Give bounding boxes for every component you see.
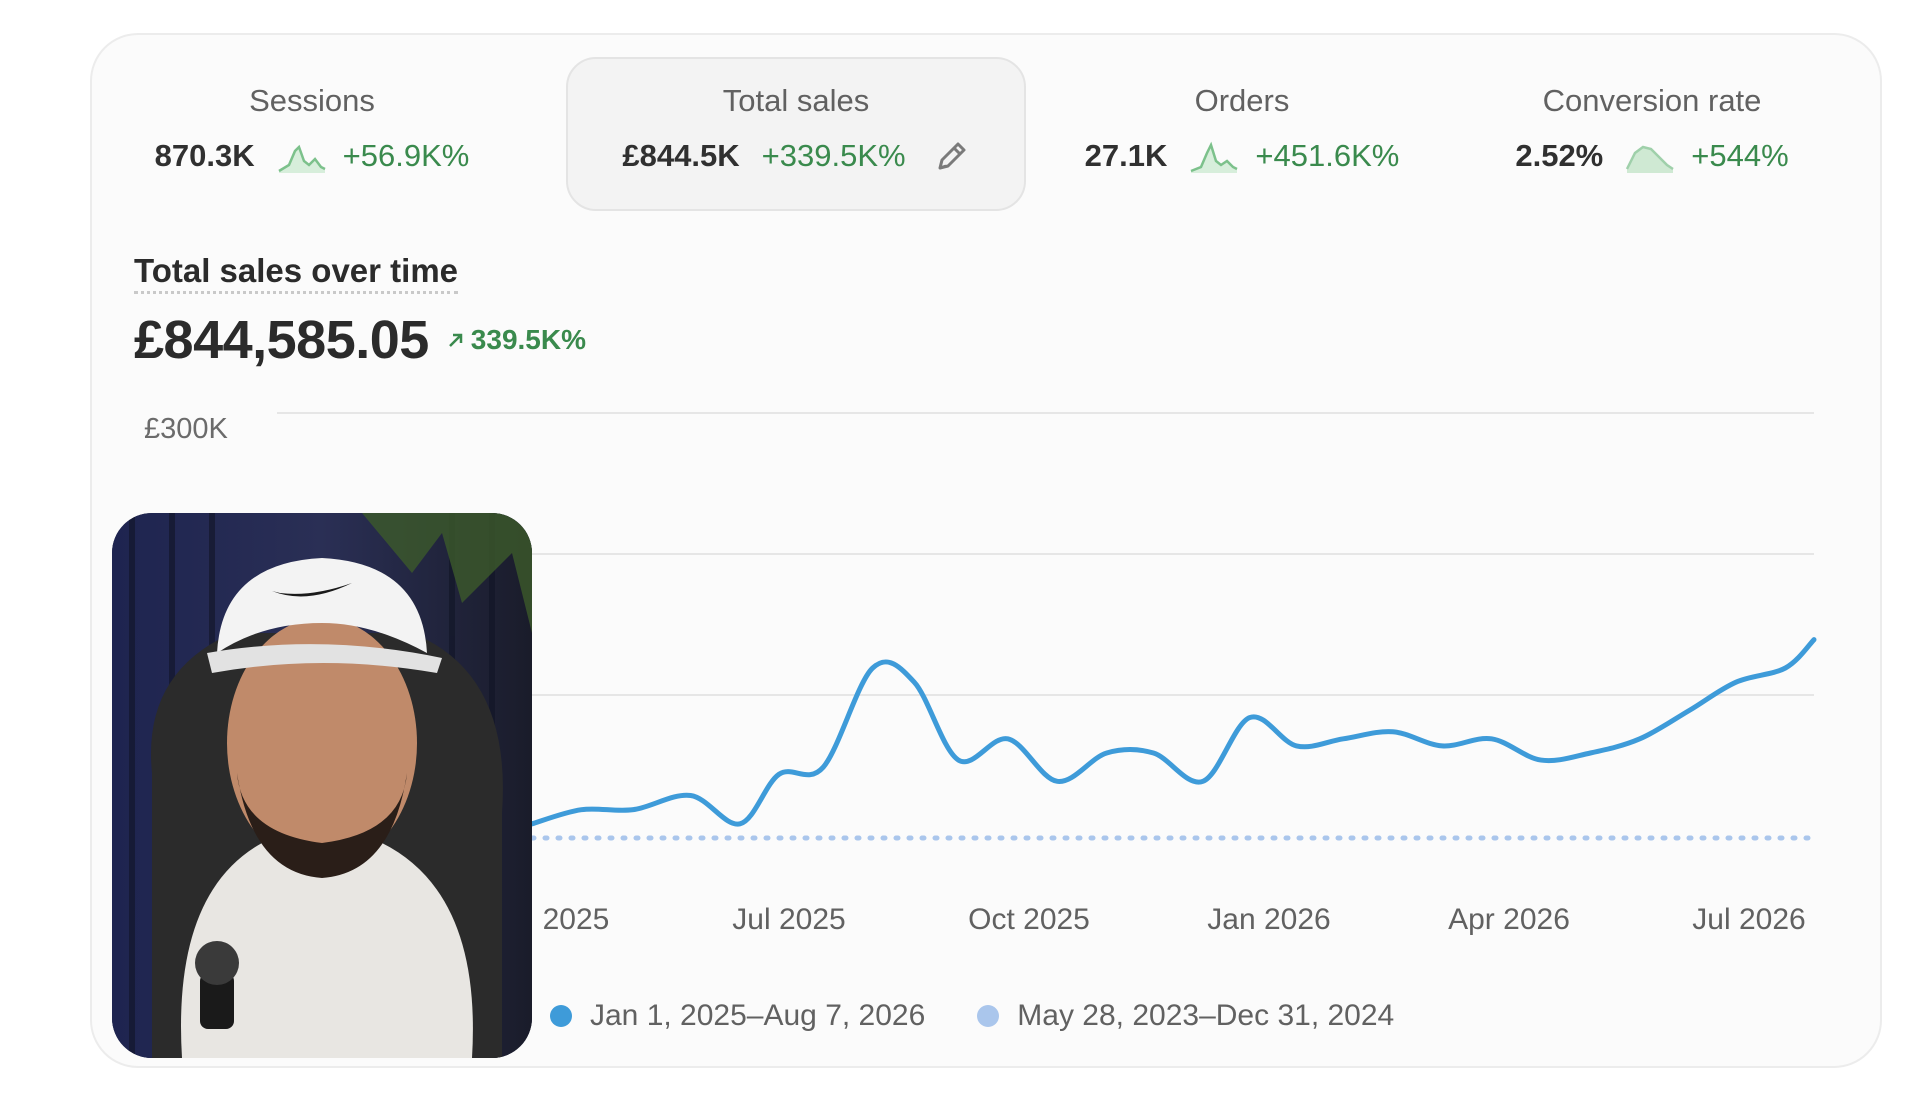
x-axis-tick-label: 2025 — [542, 903, 610, 936]
webcam-overlay — [112, 513, 532, 1058]
legend-label: May 28, 2023–Dec 31, 2024 — [1017, 999, 1395, 1032]
chart-legend: Jan 1, 2025–Aug 7, 2026 May 28, 2023–Dec… — [550, 999, 1446, 1033]
legend-item-comparison[interactable]: May 28, 2023–Dec 31, 2024 — [977, 999, 1394, 1033]
presenter-video-image — [112, 513, 532, 1058]
x-axis-tick-label: Oct 2025 — [968, 903, 1090, 936]
legend-label: Jan 1, 2025–Aug 7, 2026 — [590, 999, 926, 1032]
x-axis-tick-label: Apr 2026 — [1448, 903, 1570, 936]
x-axis-tick-label: Jul 2025 — [732, 903, 846, 936]
x-axis-tick-label: Jul 2026 — [1692, 903, 1806, 936]
legend-dot-icon — [550, 1005, 572, 1027]
x-axis-tick-label: Jan 2026 — [1207, 903, 1331, 936]
legend-dot-icon — [977, 1005, 1000, 1027]
legend-item-current[interactable]: Jan 1, 2025–Aug 7, 2026 — [550, 999, 925, 1033]
primary-series-line — [529, 637, 1817, 827]
analytics-card: Sessions 870.3K +56.9K% Total sales £844… — [90, 33, 1882, 1068]
